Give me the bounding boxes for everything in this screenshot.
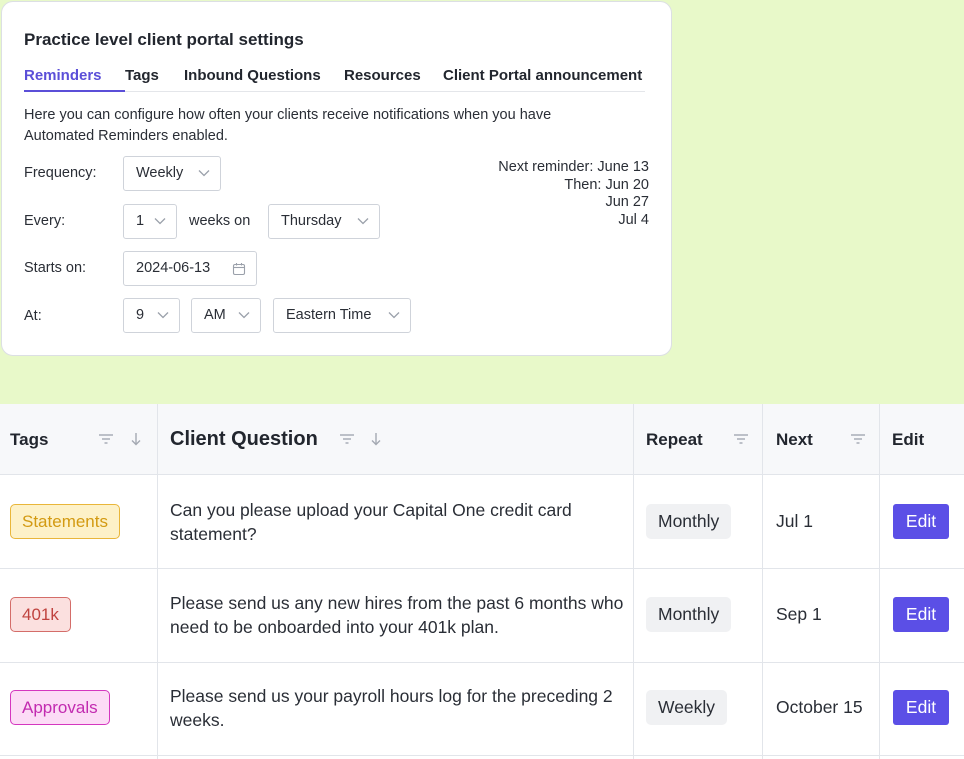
next-reminder-line: Jul 4 (618, 211, 649, 228)
chevron-down-icon (154, 218, 166, 225)
edit-button[interactable]: Edit (893, 504, 949, 539)
client-question-text: Please send us your payroll hours log fo… (170, 686, 613, 730)
tab-reminders[interactable]: Reminders (24, 66, 125, 92)
next-date: Sep 1 (776, 604, 822, 624)
reminders-description: Here you can configure how often your cl… (24, 107, 552, 144)
chevron-down-icon (238, 312, 250, 319)
timezone-value: Eastern Time (286, 307, 372, 323)
sort-arrow-icon[interactable] (130, 432, 142, 446)
every-count-value: 1 (136, 213, 145, 229)
hour-select[interactable]: 9 (123, 298, 180, 333)
edit-button[interactable]: Edit (893, 690, 949, 725)
repeat-badge: Monthly (646, 597, 732, 632)
column-divider (762, 404, 763, 759)
filter-icon[interactable] (339, 433, 355, 445)
filter-icon[interactable] (733, 433, 749, 445)
frequency-select[interactable]: Weekly (123, 156, 221, 191)
header-client-question[interactable]: Client Question (170, 404, 318, 475)
card-title: Practice level client portal settings (24, 30, 304, 49)
tab-resources[interactable]: Resources (344, 66, 443, 92)
meridiem-value: AM (204, 307, 226, 323)
chevron-down-icon (157, 312, 169, 319)
column-divider (157, 404, 158, 759)
next-reminder-line: Then: Jun 20 (564, 176, 649, 193)
frequency-value: Weekly (136, 165, 184, 181)
tag-badge-401k[interactable]: 401k (10, 597, 71, 632)
next-reminder-line: Next reminder: June 13 (498, 159, 649, 175)
start-date-value: 2024-06-13 (136, 260, 211, 276)
tab-tags[interactable]: Tags (125, 66, 184, 92)
header-tags[interactable]: Tags (10, 404, 48, 475)
start-date-input[interactable]: 2024-06-13 (123, 251, 257, 286)
header-next[interactable]: Next (776, 404, 813, 475)
next-reminder-preview: Next reminder: June 13 Then: Jun 20 Jun … (498, 159, 649, 229)
chevron-down-icon (198, 170, 210, 177)
tab-client-portal-announcement[interactable]: Client Portal announcement (443, 66, 642, 92)
client-questions-table: Tags Client Question Repeat Next Edit St… (0, 404, 964, 759)
row-divider (0, 662, 964, 663)
repeat-badge: Weekly (646, 690, 728, 725)
filter-icon[interactable] (98, 433, 114, 445)
row-divider (0, 755, 964, 756)
at-label: At: (24, 308, 42, 324)
row-divider (0, 568, 964, 569)
day-value: Thursday (281, 213, 342, 229)
sort-arrow-icon[interactable] (370, 432, 382, 446)
column-divider (633, 404, 634, 759)
portal-settings-card: Practice level client portal settings Re… (1, 1, 672, 356)
chevron-down-icon (357, 218, 369, 225)
meridiem-select[interactable]: AM (191, 298, 261, 333)
every-count-select[interactable]: 1 (123, 204, 177, 239)
table-header: Tags Client Question Repeat Next Edit (0, 404, 964, 475)
next-reminder-line: Jun 27 (605, 194, 649, 210)
header-repeat[interactable]: Repeat (646, 404, 703, 475)
timezone-select[interactable]: Eastern Time (273, 298, 411, 333)
weeks-on-text: weeks on (189, 213, 251, 229)
tag-badge-statements[interactable]: Statements (10, 504, 120, 539)
client-question-text: Please send us any new hires from the pa… (170, 593, 624, 637)
header-edit: Edit (892, 430, 925, 449)
starts-on-label: Starts on: (24, 260, 87, 276)
calendar-icon[interactable] (232, 262, 246, 276)
repeat-badge: Monthly (646, 504, 732, 539)
next-date: Jul 1 (776, 511, 813, 531)
chevron-down-icon (388, 312, 400, 319)
tag-badge-approvals[interactable]: Approvals (10, 690, 110, 725)
edit-button[interactable]: Edit (893, 597, 949, 632)
next-date: October 15 (776, 697, 863, 717)
client-question-text: Can you please upload your Capital One c… (170, 500, 572, 544)
column-divider (879, 404, 880, 759)
frequency-label: Frequency: (24, 165, 97, 181)
day-select[interactable]: Thursday (268, 204, 380, 239)
filter-icon[interactable] (850, 433, 866, 445)
hour-value: 9 (136, 307, 145, 323)
settings-tabs: Reminders Tags Inbound Questions Resourc… (24, 66, 645, 92)
tab-inbound-questions[interactable]: Inbound Questions (184, 66, 344, 92)
every-label: Every: (24, 213, 66, 229)
